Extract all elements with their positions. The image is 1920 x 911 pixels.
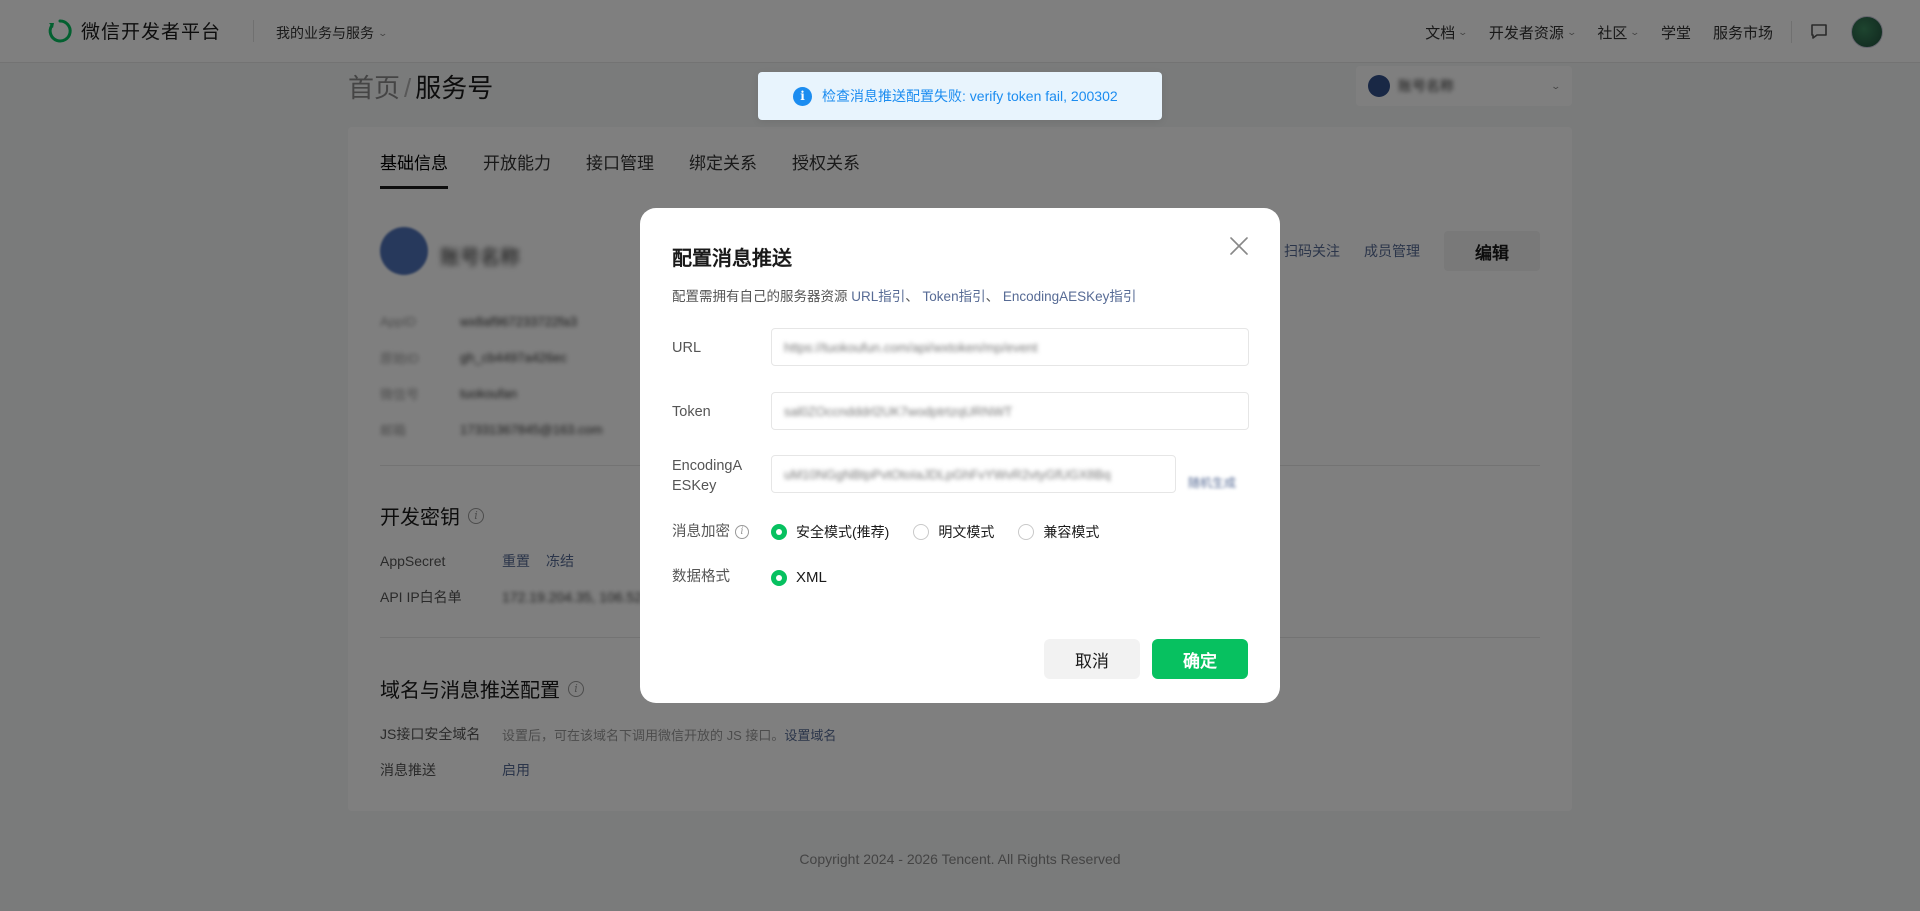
radio-checked-icon xyxy=(771,569,787,586)
radio-label: 兼容模式 xyxy=(1043,524,1100,540)
link-separator: 、 xyxy=(905,289,919,304)
link-separator: 、 xyxy=(985,289,1000,304)
aeskey-label: EncodingA ESKey xyxy=(672,456,742,496)
radio-label: 安全模式(推荐) xyxy=(796,524,890,540)
aeskey-input-value: uM10NGgNBtpPvtOtoIaJDLpGhFvYWvR2vtyGfUGX… xyxy=(784,466,1111,482)
aeskey-label-line2: ESKey xyxy=(672,478,717,494)
token-label: Token xyxy=(672,404,711,420)
dialog-description: 配置需拥有自己的服务器资源 URL指引、 Token指引、 EncodingAE… xyxy=(672,285,1136,305)
encrypt-radio-group: 安全模式(推荐) 明文模式 兼容模式 xyxy=(771,522,1123,542)
encrypt-label: 消息加密 i xyxy=(672,522,749,542)
radio-unchecked-icon xyxy=(913,524,930,540)
radio-compat-mode[interactable]: 兼容模式 xyxy=(1018,522,1099,542)
error-toast: i 检查消息推送配置失败: verify token fail, 200302 xyxy=(758,72,1162,120)
info-icon[interactable]: i xyxy=(735,525,749,539)
dialog-title: 配置消息推送 xyxy=(672,248,792,270)
confirm-button[interactable]: 确定 xyxy=(1152,639,1248,679)
radio-safe-mode[interactable]: 安全模式(推荐) xyxy=(771,522,889,542)
token-input[interactable]: sal0ZOccndddrl2UK7wodptrtzqURNWT xyxy=(771,392,1249,430)
radio-xml[interactable]: XML xyxy=(771,569,827,586)
token-input-value: sal0ZOccndddrl2UK7wodptrtzqURNWT xyxy=(784,403,1013,419)
url-guide-link[interactable]: URL指引 xyxy=(851,289,905,304)
radio-unchecked-icon xyxy=(1018,524,1035,540)
aeskey-input[interactable]: uM10NGgNBtpPvtOtoIaJDLpGhFvYWvR2vtyGfUGX… xyxy=(771,455,1176,493)
aeskey-guide-link[interactable]: EncodingAESKey指引 xyxy=(1003,289,1137,304)
token-guide-link[interactable]: Token指引 xyxy=(923,289,986,304)
random-generate-link[interactable]: 随机生成 xyxy=(1188,474,1236,491)
radio-label: 明文模式 xyxy=(938,524,995,540)
encrypt-label-text: 消息加密 xyxy=(672,524,730,540)
close-icon[interactable] xyxy=(1227,234,1251,258)
dialog-desc-text: 配置需拥有自己的服务器资源 xyxy=(672,289,848,304)
message-push-dialog: 配置消息推送 配置需拥有自己的服务器资源 URL指引、 Token指引、 Enc… xyxy=(640,208,1280,703)
info-icon: i xyxy=(793,86,812,106)
radio-label: XML xyxy=(796,569,827,586)
format-label: 数据格式 xyxy=(672,569,730,585)
radio-checked-icon xyxy=(771,524,787,540)
aeskey-label-line1: EncodingA xyxy=(672,458,743,474)
url-input-value: https://tuokoufun.com/api/wxtoken/mp/eve… xyxy=(784,339,1038,355)
format-radio-group: XML xyxy=(771,569,851,586)
radio-plain-mode[interactable]: 明文模式 xyxy=(913,522,994,542)
toast-message: 检查消息推送配置失败: verify token fail, 200302 xyxy=(822,88,1118,104)
cancel-button[interactable]: 取消 xyxy=(1044,639,1140,679)
url-label: URL xyxy=(672,340,702,356)
url-input[interactable]: https://tuokoufun.com/api/wxtoken/mp/eve… xyxy=(771,328,1249,366)
